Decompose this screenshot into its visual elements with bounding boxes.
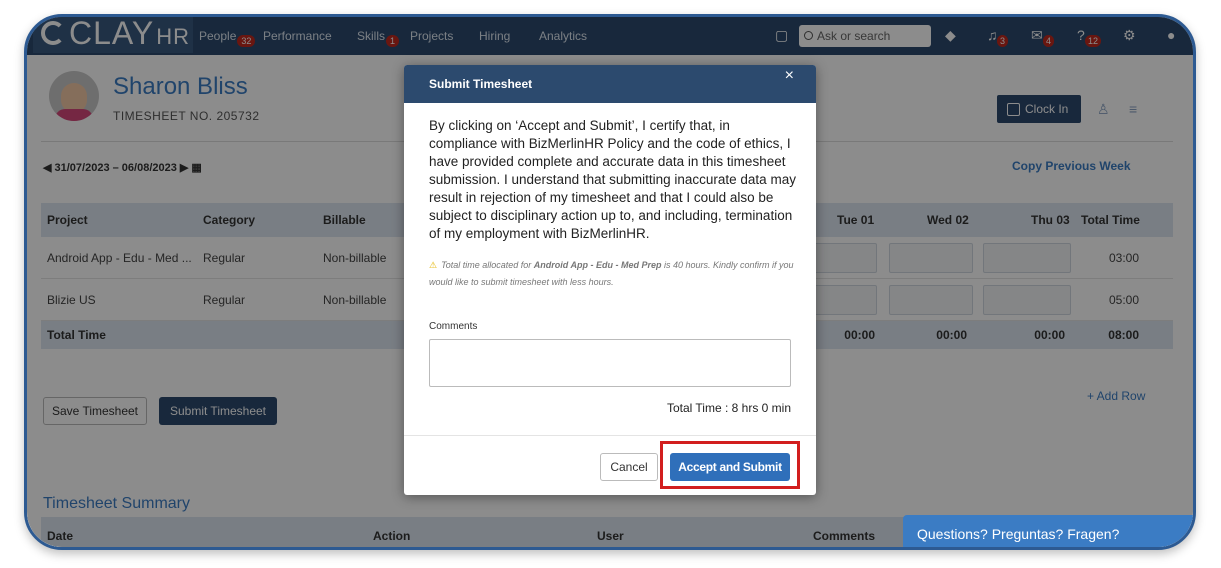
close-icon[interactable]: × — [785, 67, 794, 85]
app-window: CLAYHR People 32 Performance Skills 1 Proj… — [24, 14, 1196, 550]
dialog-title: Submit Timesheet — [404, 65, 816, 103]
comments-textarea[interactable] — [429, 339, 791, 387]
warning-icon: ⚠ — [429, 260, 438, 270]
total-time-text: Total Time : 8 hrs 0 min — [666, 401, 791, 415]
warning-text: Total time allocated for — [441, 260, 534, 270]
highlight-box — [660, 441, 800, 489]
comments-label: Comments — [429, 321, 478, 332]
cancel-button[interactable]: Cancel — [600, 453, 658, 481]
hours-warning: ⚠ Total time allocated for Android App - … — [429, 257, 797, 291]
warning-project: Android App - Edu - Med Prep — [533, 260, 662, 270]
dialog-divider — [404, 435, 816, 436]
certification-text: By clicking on ‘Accept and Submit’, I ce… — [429, 118, 796, 241]
help-chat-widget[interactable]: Questions? Preguntas? Fragen? — [903, 515, 1193, 547]
submit-timesheet-dialog: Submit Timesheet × By clicking on ‘Accep… — [404, 65, 816, 495]
